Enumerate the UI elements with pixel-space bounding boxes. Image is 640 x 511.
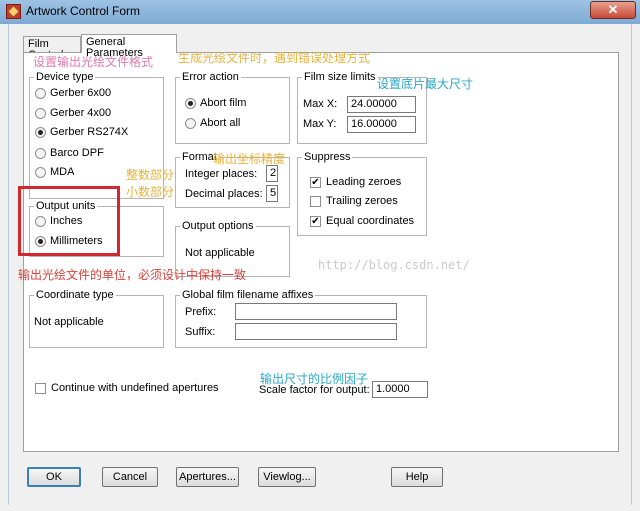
decimal-places-label: Decimal places: bbox=[185, 188, 263, 200]
output-options-legend: Output options bbox=[180, 220, 256, 232]
device-barco-dpf-label[interactable]: Barco DPF bbox=[50, 147, 104, 159]
annotation-integer-part: 整数部分 bbox=[126, 168, 175, 182]
title-bar[interactable]: Artwork Control Form ✕ bbox=[0, 0, 640, 24]
device-mda-label[interactable]: MDA bbox=[50, 166, 74, 178]
annotation-scale-factor: 输出尺寸的比例因子 bbox=[260, 372, 369, 386]
device-gerber-6x00-radio[interactable] bbox=[35, 88, 46, 99]
error-action-legend: Error action bbox=[180, 71, 241, 83]
leading-zeroes-checkbox[interactable]: ✔ bbox=[310, 177, 321, 188]
max-x-label: Max X: bbox=[303, 98, 338, 110]
suffix-input[interactable] bbox=[235, 323, 397, 340]
integer-places-input[interactable]: 2 bbox=[266, 165, 278, 182]
decimal-places-input[interactable]: 5 bbox=[266, 185, 278, 202]
filename-affixes-legend: Global film filename affixes bbox=[180, 289, 316, 301]
device-gerber-rs274x-radio[interactable] bbox=[35, 127, 46, 138]
max-y-label: Max Y: bbox=[303, 118, 337, 130]
max-y-input[interactable]: 16.00000 bbox=[347, 116, 416, 133]
help-button[interactable]: Help bbox=[391, 467, 443, 487]
apertures-button[interactable]: Apertures... bbox=[176, 467, 239, 487]
tab-general-parameters[interactable]: General Parameters bbox=[81, 34, 177, 59]
suffix-label: Suffix: bbox=[185, 326, 216, 338]
output-options-text: Not applicable bbox=[185, 247, 255, 259]
coordinate-type-text: Not applicable bbox=[34, 316, 104, 328]
annotation-film-size: 设置底片最大尺寸 bbox=[377, 77, 474, 91]
abort-film-label[interactable]: Abort film bbox=[200, 97, 246, 109]
trailing-zeroes-label[interactable]: Trailing zeroes bbox=[326, 195, 398, 207]
trailing-zeroes-checkbox[interactable] bbox=[310, 196, 321, 207]
suppress-legend: Suppress bbox=[302, 151, 353, 163]
device-gerber-4x00-radio[interactable] bbox=[35, 108, 46, 119]
continue-undefined-checkbox[interactable] bbox=[35, 383, 46, 394]
continue-undefined-label[interactable]: Continue with undefined apertures bbox=[51, 382, 219, 394]
ok-button[interactable]: OK bbox=[27, 467, 81, 487]
prefix-label: Prefix: bbox=[185, 306, 217, 318]
viewlog-button[interactable]: Viewlog... bbox=[258, 467, 316, 487]
cancel-button[interactable]: Cancel bbox=[102, 467, 158, 487]
close-button[interactable]: ✕ bbox=[590, 1, 636, 19]
device-barco-dpf-radio[interactable] bbox=[35, 148, 46, 159]
device-gerber-6x00-label[interactable]: Gerber 6x00 bbox=[50, 87, 111, 99]
abort-all-label[interactable]: Abort all bbox=[200, 117, 240, 129]
abort-film-radio[interactable] bbox=[185, 98, 196, 109]
coordinate-type-legend: Coordinate type bbox=[34, 289, 116, 301]
app-icon bbox=[6, 4, 21, 19]
leading-zeroes-label[interactable]: Leading zeroes bbox=[326, 176, 401, 188]
equal-coordinates-label[interactable]: Equal coordinates bbox=[326, 215, 414, 227]
artwork-control-window: Artwork Control Form ✕ Film Control Gene… bbox=[0, 0, 640, 511]
annotation-coord-precision: 输出坐标精度 bbox=[213, 152, 286, 166]
window-title: Artwork Control Form bbox=[26, 4, 141, 18]
device-gerber-4x00-label[interactable]: Gerber 4x00 bbox=[50, 107, 111, 119]
units-highlight-box bbox=[18, 186, 120, 256]
scale-factor-input[interactable]: 1.0000 bbox=[372, 381, 428, 398]
abort-all-radio[interactable] bbox=[185, 118, 196, 129]
device-mda-radio[interactable] bbox=[35, 167, 46, 178]
annotation-units-note: 输出光绘文件的单位，必须设计中保持一致 bbox=[18, 268, 247, 282]
device-gerber-rs274x-label[interactable]: Gerber RS274X bbox=[50, 126, 128, 138]
prefix-input[interactable] bbox=[235, 303, 397, 320]
device-type-legend: Device type bbox=[34, 71, 96, 83]
tab-film-control[interactable]: Film Control bbox=[23, 36, 81, 61]
annotation-decimal-part: 小数部分 bbox=[126, 185, 175, 199]
max-x-input[interactable]: 24.00000 bbox=[347, 96, 416, 113]
annotation-error-handling: 生成光绘文件时，遇到错误处理方式 bbox=[178, 51, 371, 65]
integer-places-label: Integer places: bbox=[185, 168, 258, 180]
film-size-limits-legend: Film size limits bbox=[302, 71, 378, 83]
watermark: http://blog.csdn.net/ bbox=[318, 258, 470, 272]
equal-coordinates-checkbox[interactable]: ✔ bbox=[310, 216, 321, 227]
